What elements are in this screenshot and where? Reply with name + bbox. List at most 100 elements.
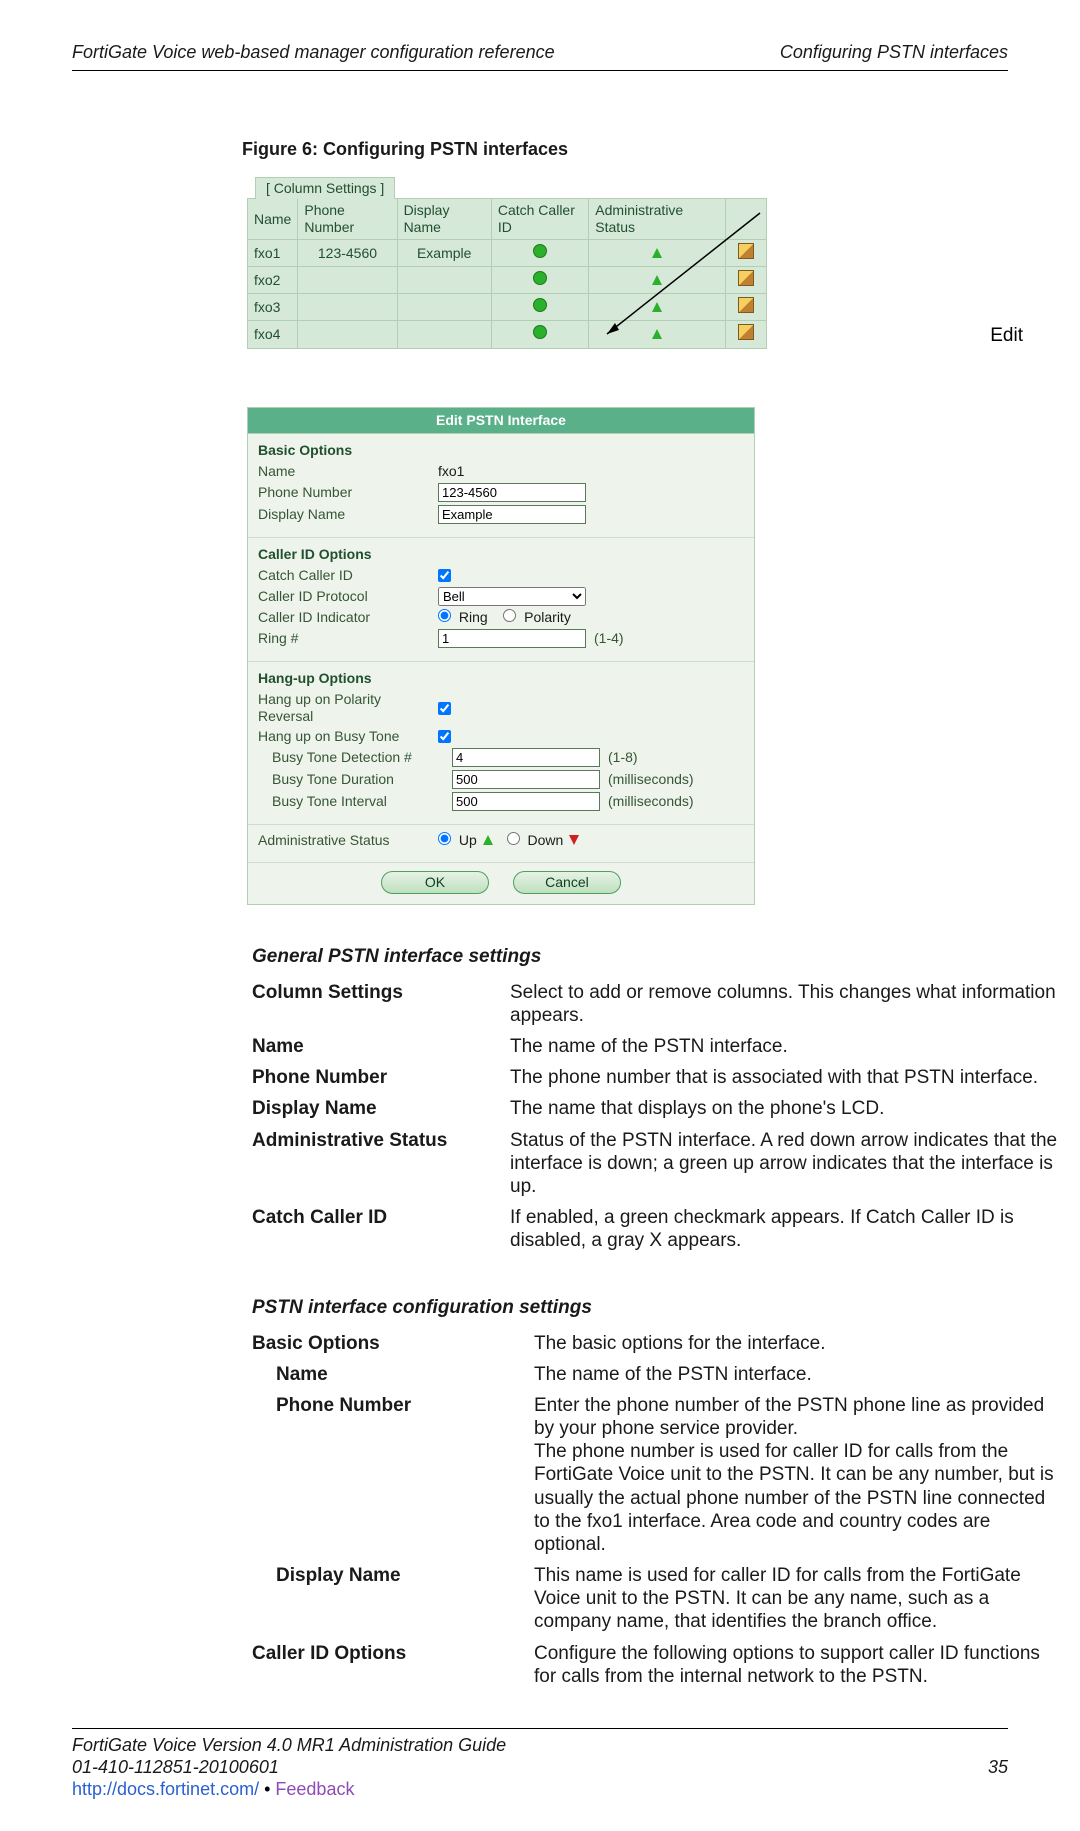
footer-docid: 01-410-112851-20100601 <box>72 1757 279 1779</box>
arrow-down-icon <box>569 835 579 845</box>
arrow-up-icon <box>652 302 662 312</box>
pstn-table: Name Phone Number Display Name Catch Cal… <box>247 198 767 348</box>
edit-icon[interactable] <box>738 297 754 313</box>
col-phone[interactable]: Phone Number <box>298 199 397 240</box>
cell-name: fxo1 <box>248 240 298 267</box>
busy-interval-input[interactable] <box>452 792 600 811</box>
column-settings-tab[interactable]: [ Column Settings ] <box>255 177 395 199</box>
panel-title: Edit PSTN Interface <box>248 408 754 434</box>
cell-display <box>397 267 491 294</box>
display-name-input[interactable] <box>438 505 586 524</box>
arrow-up-icon <box>652 329 662 339</box>
caller-id-heading: Caller ID Options <box>258 546 744 563</box>
caller-id-indicator-label: Caller ID Indicator <box>258 609 438 626</box>
edit-icon[interactable] <box>738 270 754 286</box>
indicator-ring-label: Ring <box>459 609 488 625</box>
edit-icon[interactable] <box>738 324 754 340</box>
table-row: fxo2 <box>248 267 767 294</box>
admin-status-up-label: Up <box>459 832 477 848</box>
busy-tone-checkbox[interactable] <box>438 730 451 743</box>
def-desc: Select to add or remove columns. This ch… <box>510 977 1072 1031</box>
polarity-reversal-checkbox[interactable] <box>438 702 451 715</box>
def-term: Administrative Status <box>252 1125 510 1203</box>
def-desc: The basic options for the interface. <box>534 1328 1072 1359</box>
busy-tone-label: Hang up on Busy Tone <box>258 728 438 745</box>
footer-feedback-link[interactable]: Feedback <box>275 1779 354 1799</box>
col-display[interactable]: Display Name <box>397 199 491 240</box>
col-name[interactable]: Name <box>248 199 298 240</box>
cell-phone <box>298 267 397 294</box>
footer-doc-link[interactable]: http://docs.fortinet.com/ <box>72 1779 259 1799</box>
table-row: fxo3 <box>248 294 767 321</box>
col-edit <box>726 199 767 240</box>
ring-number-label: Ring # <box>258 630 438 647</box>
busy-duration-input[interactable] <box>452 770 600 789</box>
admin-status-down-radio[interactable] <box>507 832 520 845</box>
def-desc: The name of the PSTN interface. <box>510 1031 1072 1062</box>
catch-caller-id-label: Catch Caller ID <box>258 567 438 584</box>
cell-phone: 123-4560 <box>298 240 397 267</box>
admin-status-down-label: Down <box>527 832 563 848</box>
cell-name: fxo2 <box>248 267 298 294</box>
busy-detection-hint: (1-8) <box>608 749 638 766</box>
arrow-up-icon <box>483 835 493 845</box>
name-value: fxo1 <box>438 463 464 480</box>
check-icon <box>533 244 547 258</box>
figure-6: [ Column Settings ] Name Phone Number Di… <box>247 175 953 906</box>
def-desc: This name is used for caller ID for call… <box>534 1560 1072 1638</box>
busy-interval-label: Busy Tone Interval <box>258 793 452 810</box>
figure-caption: Figure 6: Configuring PSTN interfaces <box>242 139 1008 161</box>
busy-interval-hint: (milliseconds) <box>608 793 694 810</box>
indicator-polarity-radio[interactable] <box>503 609 516 622</box>
phone-input[interactable] <box>438 483 586 502</box>
cell-display: Example <box>397 240 491 267</box>
def-desc: The name that displays on the phone's LC… <box>510 1093 1072 1124</box>
def-desc: Configure the following options to suppo… <box>534 1638 1072 1692</box>
basic-options-heading: Basic Options <box>258 442 744 459</box>
page-footer: FortiGate Voice Version 4.0 MR1 Administ… <box>72 1728 1008 1801</box>
config-settings-heading: PSTN interface configuration settings <box>252 1296 1008 1319</box>
footer-separator: • <box>259 1779 275 1799</box>
arrow-up-icon <box>652 248 662 258</box>
col-admin[interactable]: Administrative Status <box>589 199 726 240</box>
admin-status-up-radio[interactable] <box>438 832 451 845</box>
def-desc: The phone number that is associated with… <box>510 1062 1072 1093</box>
hangup-options-heading: Hang-up Options <box>258 670 744 687</box>
callout-label-edit: Edit <box>990 324 1023 347</box>
cell-phone <box>298 321 397 348</box>
def-desc: If enabled, a green checkmark appears. I… <box>510 1202 1072 1256</box>
busy-detection-input[interactable] <box>452 748 600 767</box>
def-term: Column Settings <box>252 977 510 1031</box>
def-term: Catch Caller ID <box>252 1202 510 1256</box>
admin-status-label: Administrative Status <box>258 832 438 849</box>
cell-name: fxo3 <box>248 294 298 321</box>
general-settings-table: Column SettingsSelect to add or remove c… <box>252 977 1072 1257</box>
def-desc: Status of the PSTN interface. A red down… <box>510 1125 1072 1203</box>
config-settings-table: Basic OptionsThe basic options for the i… <box>252 1328 1072 1692</box>
edit-icon[interactable] <box>738 243 754 259</box>
cancel-button[interactable]: Cancel <box>513 871 621 894</box>
general-settings-heading: General PSTN interface settings <box>252 945 1008 968</box>
indicator-polarity-label: Polarity <box>524 609 571 625</box>
cell-display <box>397 321 491 348</box>
catch-caller-id-checkbox[interactable] <box>438 569 451 582</box>
cell-phone <box>298 294 397 321</box>
caller-id-protocol-select[interactable]: Bell <box>438 587 586 606</box>
ok-button[interactable]: OK <box>381 871 489 894</box>
def-desc: Enter the phone number of the PSTN phone… <box>534 1390 1072 1560</box>
edit-pstn-panel: Edit PSTN Interface Basic Options Name f… <box>247 407 755 906</box>
indicator-ring-radio[interactable] <box>438 609 451 622</box>
def-term: Display Name <box>252 1560 534 1638</box>
busy-detection-label: Busy Tone Detection # <box>258 749 452 766</box>
table-row: fxo4 <box>248 321 767 348</box>
ring-number-input[interactable] <box>438 629 586 648</box>
def-term: Name <box>252 1359 534 1390</box>
polarity-reversal-label: Hang up on Polarity Reversal <box>258 691 438 725</box>
name-label: Name <box>258 463 438 480</box>
def-term: Phone Number <box>252 1390 534 1560</box>
caller-id-protocol-label: Caller ID Protocol <box>258 588 438 605</box>
check-icon <box>533 325 547 339</box>
phone-label: Phone Number <box>258 484 438 501</box>
col-catch[interactable]: Catch Caller ID <box>491 199 588 240</box>
table-row: fxo1 123-4560 Example <box>248 240 767 267</box>
